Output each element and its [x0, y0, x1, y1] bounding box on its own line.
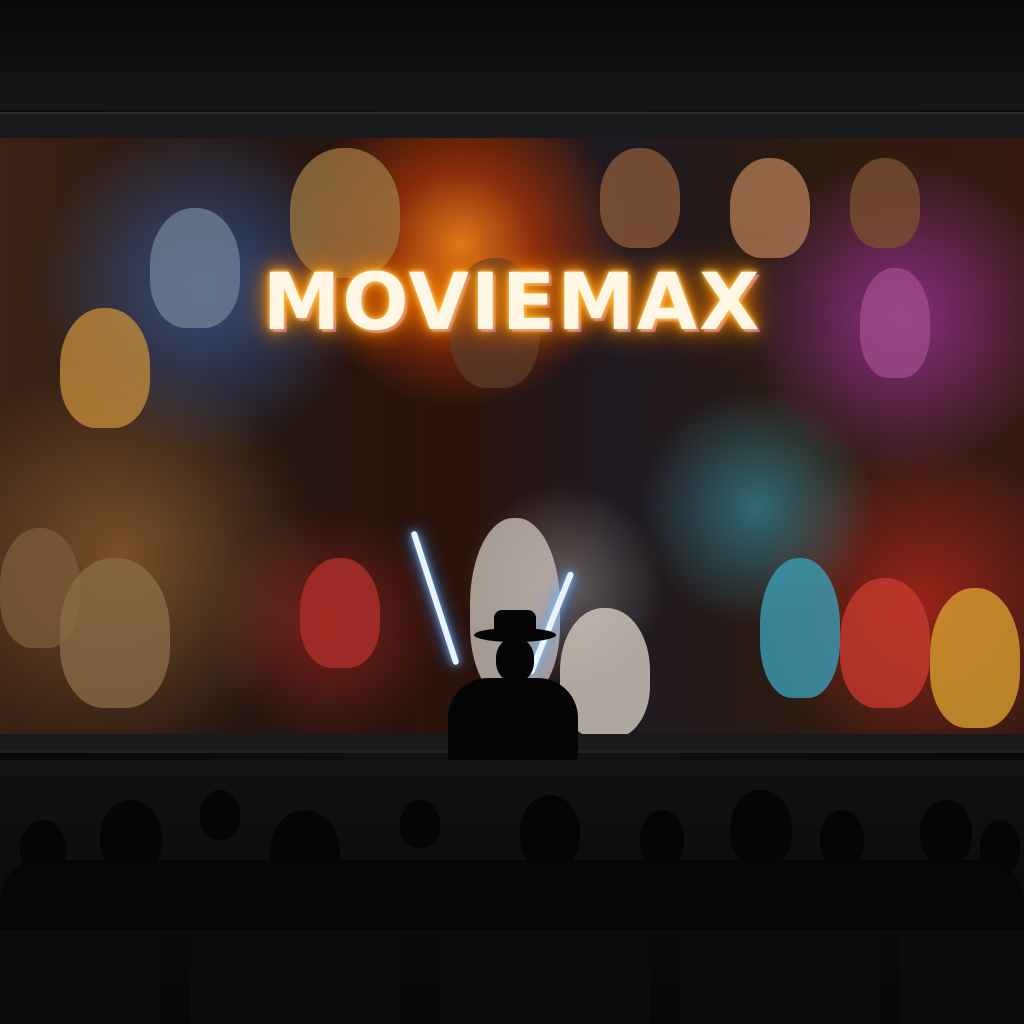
collage-figure: [930, 588, 1020, 728]
audience-head: [400, 800, 440, 848]
collage-figure: [300, 558, 380, 668]
cowboy-silhouette-head: [496, 638, 534, 682]
collage-figure: [840, 578, 930, 708]
collage-figure: [730, 158, 810, 258]
collage-figure: [600, 148, 680, 248]
audience-shoulders: [0, 860, 1024, 930]
audience-head: [200, 790, 240, 840]
audience-head: [920, 800, 972, 864]
cinema-scene: MOVIEMAX: [0, 0, 1024, 1024]
cowboy-silhouette-hat-crown: [494, 610, 536, 638]
audience-head: [820, 810, 864, 866]
lightsaber-glow: [410, 530, 460, 666]
collage-figure: [850, 158, 920, 248]
collage-figure: [760, 558, 840, 698]
collage-figure: [60, 558, 170, 708]
audience-head: [520, 795, 580, 869]
audience-area: [0, 760, 1024, 1024]
audience-head: [730, 790, 792, 866]
moviemax-title: MOVIEMAX: [262, 258, 762, 348]
theater-ceiling: [0, 0, 1024, 110]
theater-seat: [440, 915, 650, 1024]
